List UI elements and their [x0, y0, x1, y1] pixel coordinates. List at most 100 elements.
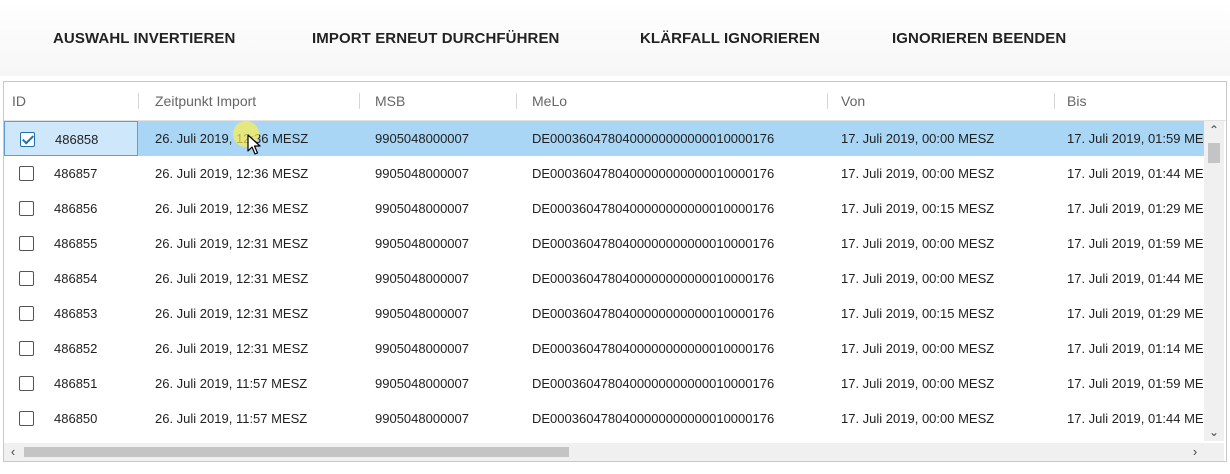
checkbox-icon[interactable]: [19, 341, 34, 356]
toolbar: AUSWAHL INVERTIEREN IMPORT ERNEUT DURCHF…: [0, 0, 1230, 76]
grid-rows: 486858 26. Juli 2019, 12:36 MESZ 990504800…: [4, 121, 1204, 443]
row-id: 486854: [54, 271, 98, 286]
cell-von: 17. Juli 2019, 00:15 MESZ: [841, 306, 995, 321]
cell-zeitpunkt-import: 26. Juli 2019, 12:31 MESZ: [155, 236, 309, 251]
reimport-button[interactable]: IMPORT ERNEUT DURCHFÜHREN: [312, 28, 560, 50]
cell-id[interactable]: 486853: [4, 296, 138, 331]
checkbox-icon[interactable]: [19, 376, 34, 391]
table-row[interactable]: 486850 26. Juli 2019, 11:57 MESZ 990504800…: [4, 401, 1204, 436]
cell-zeitpunkt-import: 26. Juli 2019, 12:31 MESZ: [155, 306, 309, 321]
cell-von: 17. Juli 2019, 00:00 MESZ: [841, 376, 995, 391]
cell-zeitpunkt-import: 26. Juli 2019, 12:36 MESZ: [155, 201, 309, 216]
column-separator[interactable]: [138, 93, 139, 109]
cell-melo: DE0003604780400000000000010000176: [532, 236, 775, 251]
checkbox-icon[interactable]: [19, 201, 34, 216]
cell-id[interactable]: 486852: [4, 331, 138, 366]
cell-bis: 17. Juli 2019, 01:59 MESZ: [1067, 376, 1204, 391]
checkbox-icon[interactable]: [19, 411, 34, 426]
cell-msb: 9905048000007: [375, 236, 469, 251]
cell-id[interactable]: 486857: [4, 156, 138, 191]
cell-melo: DE0003604780400000000000010000176: [532, 341, 775, 356]
column-separator[interactable]: [827, 93, 828, 109]
cell-von: 17. Juli 2019, 00:00 MESZ: [841, 271, 995, 286]
column-separator[interactable]: [1054, 93, 1055, 109]
checkbox-icon[interactable]: [20, 132, 35, 147]
table-row[interactable]: 486857 26. Juli 2019, 12:36 MESZ 990504800…: [4, 156, 1204, 191]
chevron-up-icon[interactable]: ⌃: [1204, 121, 1224, 139]
cell-id[interactable]: 486855: [4, 226, 138, 261]
column-header-bis[interactable]: Bis: [1058, 82, 1204, 120]
horizontal-scrollbar[interactable]: ‹ ›: [4, 443, 1204, 461]
chevron-left-icon[interactable]: ‹: [4, 443, 22, 461]
column-header-melo[interactable]: MeLo: [523, 82, 828, 120]
table-row[interactable]: 486854 26. Juli 2019, 12:31 MESZ 990504800…: [4, 261, 1204, 296]
table-row[interactable]: 486852 26. Juli 2019, 12:31 MESZ 990504800…: [4, 331, 1204, 366]
cell-id[interactable]: 486858: [4, 121, 138, 156]
cell-bis: 17. Juli 2019, 01:29 MESZ: [1067, 306, 1204, 321]
column-header-von[interactable]: Von: [832, 82, 1054, 120]
cell-von: 17. Juli 2019, 00:15 MESZ: [841, 201, 995, 216]
cell-bis: 17. Juli 2019, 01:29 MESZ: [1067, 201, 1204, 216]
checkbox-icon[interactable]: [19, 271, 34, 286]
checkbox-icon[interactable]: [19, 236, 34, 251]
cell-msb: 9905048000007: [375, 376, 469, 391]
row-id: 486855: [54, 236, 98, 251]
column-separator[interactable]: [359, 93, 360, 109]
ignore-case-button[interactable]: KLÄRFALL IGNORIEREN: [640, 28, 820, 50]
cell-id[interactable]: 486851: [4, 366, 138, 401]
column-header-id[interactable]: ID: [4, 82, 138, 120]
checkbox-icon[interactable]: [19, 306, 34, 321]
scrollbar-corner: [1204, 443, 1224, 461]
cell-id[interactable]: 486856: [4, 191, 138, 226]
import-data-grid: ID Zeitpunkt Import MSB MeLo Von Bis 486…: [3, 81, 1227, 462]
vertical-scroll-thumb[interactable]: [1208, 143, 1220, 163]
cell-id[interactable]: 486854: [4, 261, 138, 296]
row-id: 486851: [54, 376, 98, 391]
cell-msb: 9905048000007: [375, 306, 469, 321]
cell-melo: DE0003604780400000000000010000176: [532, 131, 775, 146]
cell-bis: 17. Juli 2019, 01:44 MESZ: [1067, 166, 1204, 181]
cell-zeitpunkt-import: 26. Juli 2019, 12:36 MESZ: [155, 166, 309, 181]
vertical-scrollbar[interactable]: ⌃ ⌄: [1204, 121, 1224, 441]
cell-melo: DE0003604780400000000000010000176: [532, 411, 775, 426]
row-id: 486858: [55, 132, 99, 147]
checkbox-icon[interactable]: [19, 166, 34, 181]
invert-selection-button[interactable]: AUSWAHL INVERTIEREN: [53, 28, 235, 50]
chevron-right-icon[interactable]: ›: [1186, 443, 1204, 461]
cell-msb: 9905048000007: [375, 131, 469, 146]
cell-bis: 17. Juli 2019, 01:44 MESZ: [1067, 271, 1204, 286]
table-row[interactable]: 486855 26. Juli 2019, 12:31 MESZ 990504800…: [4, 226, 1204, 261]
cell-von: 17. Juli 2019, 00:00 MESZ: [841, 131, 995, 146]
cell-melo: DE0003604780400000000000010000176: [532, 271, 775, 286]
table-row[interactable]: 486851 26. Juli 2019, 11:57 MESZ 990504800…: [4, 366, 1204, 401]
row-id: 486856: [54, 201, 98, 216]
column-separator[interactable]: [516, 93, 517, 109]
cell-zeitpunkt-import: 26. Juli 2019, 11:57 MESZ: [155, 376, 308, 391]
cell-msb: 9905048000007: [375, 341, 469, 356]
cell-zeitpunkt-import: 26. Juli 2019, 12:31 MESZ: [155, 271, 309, 286]
cell-msb: 9905048000007: [375, 166, 469, 181]
cell-bis: 17. Juli 2019, 01:44 MESZ: [1067, 411, 1204, 426]
column-header-zeitpunkt-import[interactable]: Zeitpunkt Import: [146, 82, 361, 120]
column-header-msb[interactable]: MSB: [366, 82, 516, 120]
row-id: 486853: [54, 306, 98, 321]
row-id: 486850: [54, 411, 98, 426]
cell-von: 17. Juli 2019, 00:00 MESZ: [841, 166, 995, 181]
cell-bis: 17. Juli 2019, 01:59 MESZ: [1067, 131, 1204, 146]
mouse-pointer-icon: [247, 134, 261, 155]
cell-melo: DE0003604780400000000000010000176: [532, 306, 775, 321]
cell-melo: DE0003604780400000000000010000176: [532, 201, 775, 216]
table-row[interactable]: 486856 26. Juli 2019, 12:36 MESZ 990504800…: [4, 191, 1204, 226]
end-ignore-button[interactable]: IGNORIEREN BEENDEN: [892, 28, 1066, 50]
cell-bis: 17. Juli 2019, 01:14 MESZ: [1067, 341, 1204, 356]
table-row[interactable]: 486853 26. Juli 2019, 12:31 MESZ 990504800…: [4, 296, 1204, 331]
table-row[interactable]: 486858 26. Juli 2019, 12:36 MESZ 990504800…: [4, 121, 1204, 156]
horizontal-scroll-thumb[interactable]: [24, 447, 569, 457]
chevron-down-icon[interactable]: ⌄: [1204, 423, 1224, 441]
cell-id[interactable]: 486850: [4, 401, 138, 436]
cell-melo: DE0003604780400000000000010000176: [532, 376, 775, 391]
cell-zeitpunkt-import: 26. Juli 2019, 12:31 MESZ: [155, 341, 309, 356]
cell-bis: 17. Juli 2019, 01:59 MESZ: [1067, 236, 1204, 251]
cell-msb: 9905048000007: [375, 271, 469, 286]
cell-msb: 9905048000007: [375, 411, 469, 426]
